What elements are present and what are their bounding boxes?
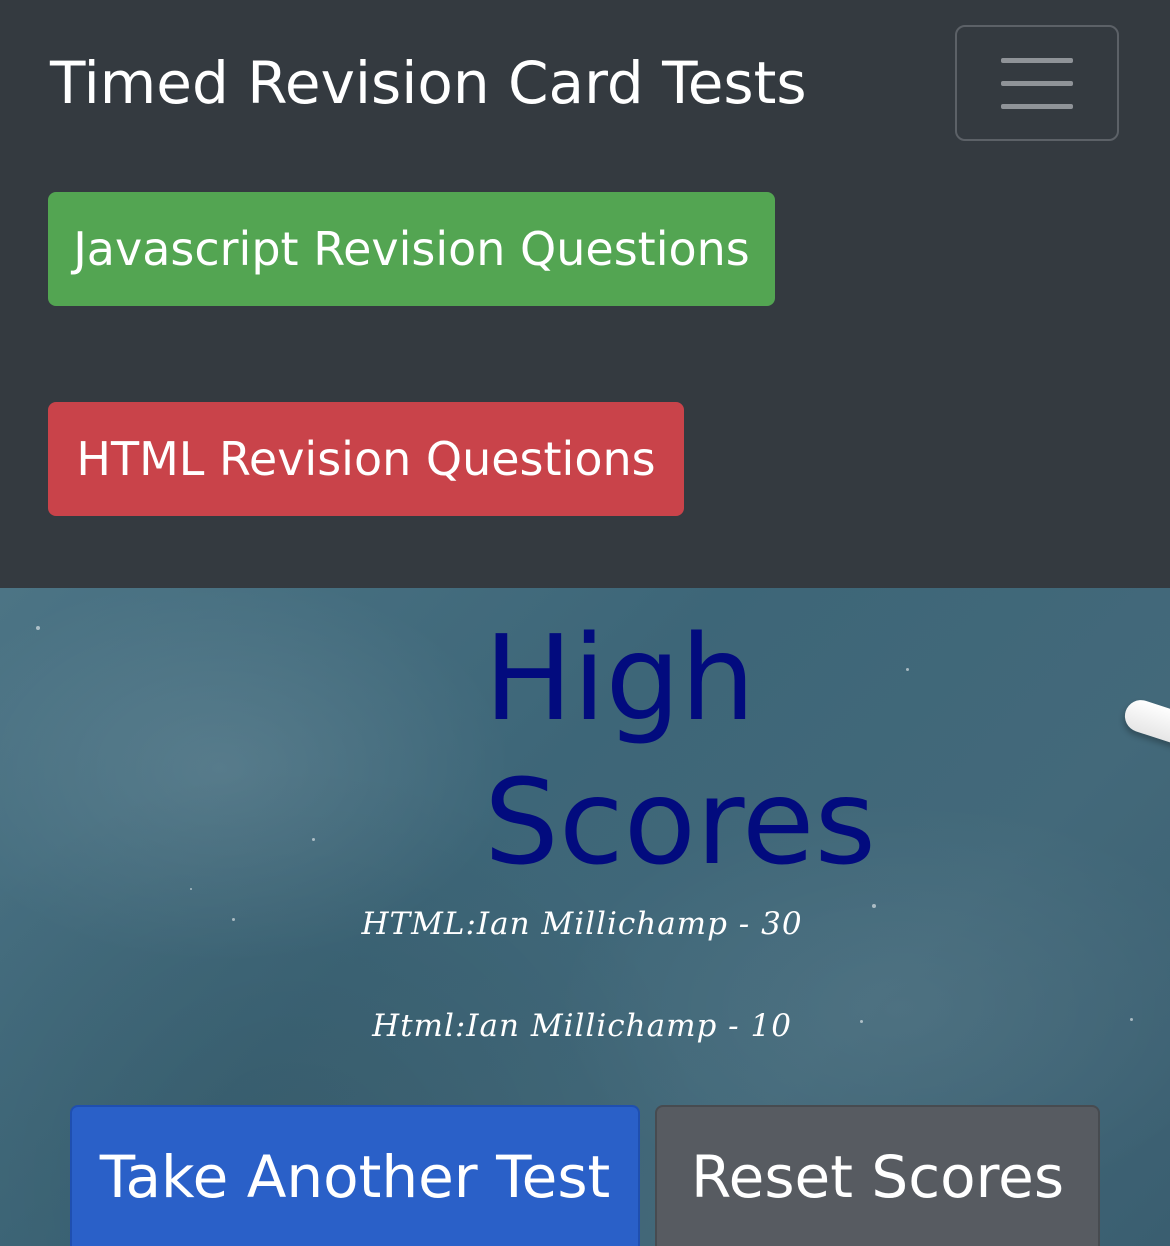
hamburger-menu-icon <box>1001 103 1073 109</box>
high-scores-section: High Scores HTML:Ian Millichamp - 30 Htm… <box>0 588 1170 1246</box>
chalk-speck <box>36 626 40 630</box>
navbar-brand[interactable]: Timed Revision Card Tests <box>50 48 807 118</box>
hamburger-menu-icon <box>1001 80 1073 86</box>
chalk-image <box>1120 695 1170 749</box>
score-entry: HTML:Ian Millichamp - 30 <box>361 906 803 942</box>
chalk-speck <box>312 838 315 841</box>
navbar: Timed Revision Card Tests Javascript Rev… <box>0 0 1170 588</box>
page-title: High Scores <box>484 609 876 891</box>
take-another-test-button[interactable]: Take Another Test <box>70 1105 640 1246</box>
javascript-questions-button[interactable]: Javascript Revision Questions <box>48 192 775 306</box>
html-questions-button[interactable]: HTML Revision Questions <box>48 402 684 516</box>
score-entry: Html:Ian Millichamp - 10 <box>372 1008 792 1044</box>
hamburger-menu-icon <box>1001 57 1073 63</box>
reset-scores-button[interactable]: Reset Scores <box>655 1105 1100 1246</box>
chalk-speck <box>190 888 192 890</box>
navbar-toggler-button[interactable] <box>955 25 1119 141</box>
